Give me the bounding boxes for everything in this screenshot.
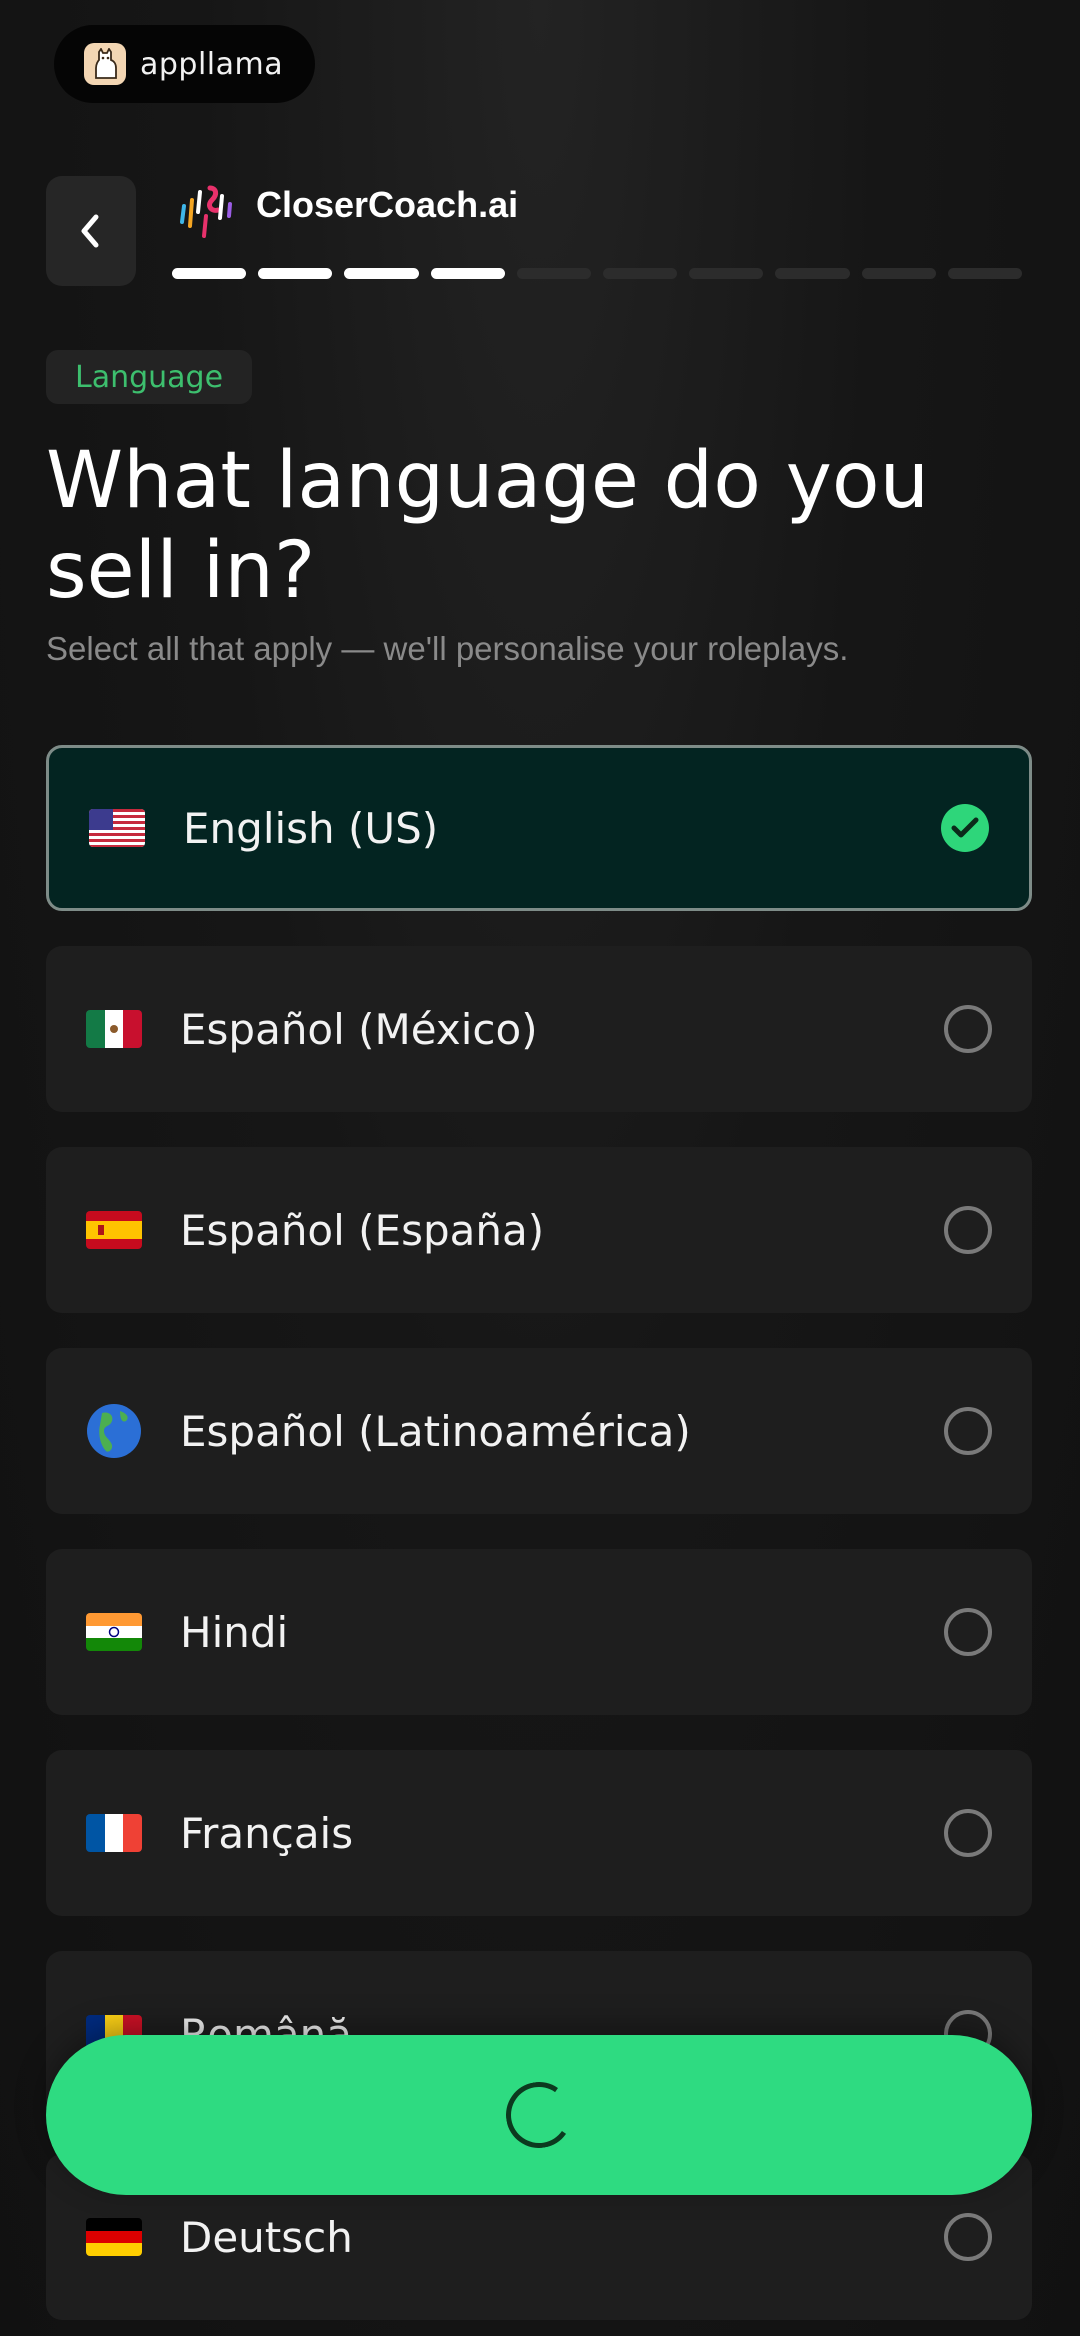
section-tag: Language <box>46 350 253 404</box>
option-label: Deutsch <box>180 2212 353 2262</box>
radio-empty-icon <box>944 1005 992 1053</box>
brand-badge: appllama <box>54 25 315 103</box>
llama-icon <box>84 43 126 85</box>
language-option-espanol-mexico[interactable]: Español (México) <box>46 946 1032 1112</box>
india-flag-icon <box>86 1613 142 1651</box>
language-option-english-us[interactable]: English (US) <box>46 745 1032 911</box>
language-option-francais[interactable]: Français <box>46 1750 1032 1916</box>
spain-flag-icon <box>86 1211 142 1249</box>
progress-step-complete <box>344 268 419 279</box>
progress-step-pending <box>689 268 764 279</box>
back-button[interactable] <box>46 176 136 286</box>
progress-step-pending <box>603 268 678 279</box>
progress-step-complete <box>258 268 333 279</box>
radio-empty-icon <box>944 2213 992 2261</box>
radio-empty-icon <box>944 1608 992 1656</box>
app-title: CloserCoach.ai <box>256 184 519 225</box>
mexico-flag-icon <box>86 1010 142 1048</box>
brand-name: appllama <box>140 46 284 82</box>
progress-step-pending <box>516 268 592 279</box>
closercoach-logo-icon <box>180 185 232 238</box>
progress-step-pending <box>947 268 1023 279</box>
france-flag-icon <box>86 1814 142 1852</box>
loading-spinner-icon <box>500 2076 578 2154</box>
radio-empty-icon <box>944 1809 992 1857</box>
globe-americas-icon <box>87 1404 141 1458</box>
option-label: Español (México) <box>180 1004 538 1054</box>
language-option-espanol-espana[interactable]: Español (España) <box>46 1147 1032 1313</box>
language-option-espanol-latinoamerica[interactable]: Español (Latinoamérica) <box>46 1348 1032 1514</box>
page-title: What language do you sell in? <box>46 436 930 616</box>
us-flag-icon <box>89 809 145 847</box>
radio-empty-icon <box>944 1206 992 1254</box>
progress-step-complete <box>430 268 505 279</box>
check-circle-icon <box>941 804 989 852</box>
progress-bar <box>172 268 1023 279</box>
option-label: Hindi <box>180 1607 289 1657</box>
option-label: English (US) <box>183 803 439 853</box>
continue-button[interactable] <box>46 2035 1032 2195</box>
progress-step-complete <box>172 268 247 279</box>
language-option-hindi[interactable]: Hindi <box>46 1549 1032 1715</box>
onboarding-screen: appllama CloserCoach.ai Language What la… <box>0 0 1080 2336</box>
option-label: Français <box>180 1808 354 1858</box>
chevron-left-icon <box>81 214 99 248</box>
option-label: Español (España) <box>180 1205 545 1255</box>
progress-step-pending <box>861 268 936 279</box>
option-label: Español (Latinoamérica) <box>180 1406 691 1456</box>
radio-empty-icon <box>944 1407 992 1455</box>
page-subtitle: Select all that apply — we'll personalis… <box>46 630 849 667</box>
germany-flag-icon <box>86 2218 142 2256</box>
progress-step-pending <box>775 268 850 279</box>
